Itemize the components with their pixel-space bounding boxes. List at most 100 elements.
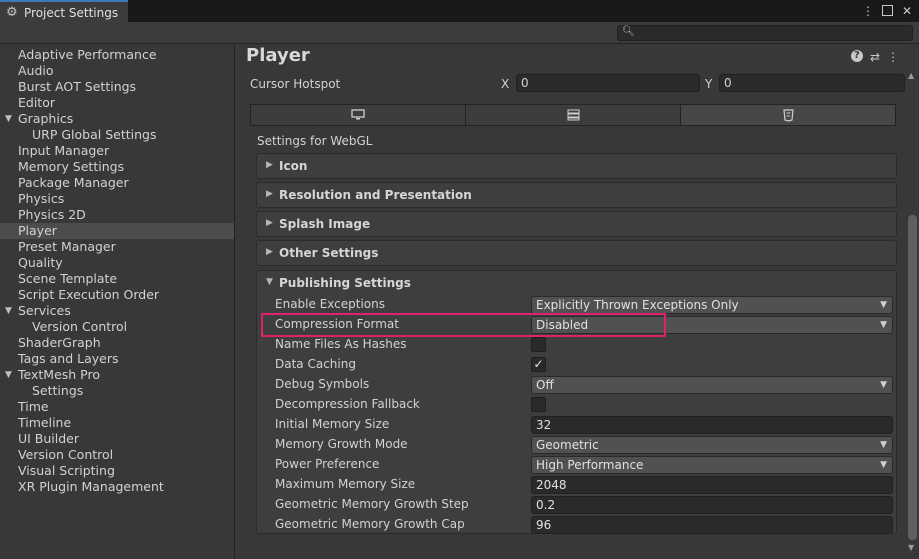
section-splash[interactable]: ▶ Splash Image (256, 211, 897, 237)
power-preference-label: Power Preference (275, 457, 380, 471)
sidebar-item-urp-global-settings[interactable]: URP Global Settings (0, 127, 234, 143)
sidebar-item-package-manager[interactable]: Package Manager (0, 175, 234, 191)
settings-sliders-icon[interactable]: ⇄ (870, 50, 880, 64)
settings-for-label: Settings for WebGL (257, 134, 373, 148)
chevron-down-icon: ▼ (880, 460, 887, 470)
sidebar-item-player[interactable]: Player (0, 223, 234, 239)
sidebar-item-tags-and-layers[interactable]: Tags and Layers (0, 351, 234, 367)
scrollbar[interactable]: ▲ ▼ (906, 69, 919, 559)
initial-memory-size-field[interactable]: 32 (531, 416, 893, 434)
sidebar-item-preset-manager[interactable]: Preset Manager (0, 239, 234, 255)
fold-down-icon[interactable]: ▼ (5, 367, 12, 383)
compression-format-dropdown[interactable]: Disabled ▼ (531, 316, 893, 334)
fold-down-icon[interactable]: ▼ (5, 111, 12, 127)
decompression-fallback-checkbox[interactable] (531, 397, 546, 412)
fold-down-icon[interactable]: ▼ (5, 303, 12, 319)
search-input[interactable]: 🔍︎ (617, 25, 913, 41)
sidebar-item-textmesh-settings[interactable]: Settings (0, 383, 234, 399)
project-settings-tab[interactable]: ⚙ Project Settings (0, 0, 128, 24)
sidebar-item-graphics[interactable]: ▼ Graphics (0, 111, 234, 127)
tab-standalone[interactable] (251, 105, 466, 125)
decompression-fallback-label: Decompression Fallback (275, 397, 420, 411)
sidebar-item-physics-2d[interactable]: Physics 2D (0, 207, 234, 223)
sidebar-item-scene-template[interactable]: Scene Template (0, 271, 234, 287)
sidebar-item-ui-builder[interactable]: UI Builder (0, 431, 234, 447)
sidebar-item-textmesh-pro[interactable]: ▼ TextMesh Pro (0, 367, 234, 383)
row-name-files-as-hashes: Name Files As Hashes (275, 336, 895, 354)
maximum-memory-size-label: Maximum Memory Size (275, 477, 416, 491)
name-files-as-hashes-checkbox[interactable] (531, 337, 546, 352)
fold-right-icon: ▶ (266, 218, 273, 228)
cursor-hotspot-y-field[interactable]: 0 (719, 74, 905, 92)
main-panel: Player ? ⇄ ⋮ Cursor Hotspot X 0 Y 0 Sett… (236, 45, 919, 559)
data-caching-checkbox[interactable]: ✓ (531, 357, 546, 372)
section-resolution-label: Resolution and Presentation (279, 188, 472, 202)
kebab-menu-icon[interactable]: ⋮ (862, 4, 874, 18)
memory-growth-mode-dropdown[interactable]: Geometric ▼ (531, 436, 893, 454)
scroll-down-icon[interactable]: ▼ (908, 543, 914, 552)
section-icon[interactable]: ▶ Icon (256, 153, 897, 179)
sidebar-item-input-manager[interactable]: Input Manager (0, 143, 234, 159)
sidebar-item-visual-scripting[interactable]: Visual Scripting (0, 463, 234, 479)
tab-webgl[interactable] (681, 105, 895, 125)
section-resolution[interactable]: ▶ Resolution and Presentation (256, 182, 897, 208)
section-publishing-label[interactable]: Publishing Settings (279, 276, 411, 290)
settings-sidebar: Adaptive Performance Audio Burst AOT Set… (0, 45, 235, 559)
sidebar-item-services[interactable]: ▼ Services (0, 303, 234, 319)
maximize-icon[interactable] (882, 5, 893, 16)
fold-down-icon[interactable]: ▼ (266, 277, 273, 287)
page-title: Player (246, 45, 310, 66)
power-preference-dropdown[interactable]: High Performance ▼ (531, 456, 893, 474)
geometric-cap-label: Geometric Memory Growth Cap (275, 517, 465, 531)
scroll-up-icon[interactable]: ▲ (908, 71, 914, 80)
debug-symbols-dropdown[interactable]: Off ▼ (531, 376, 893, 394)
gear-icon: ⚙ (6, 5, 18, 20)
sidebar-item-adaptive-performance[interactable]: Adaptive Performance (0, 47, 234, 63)
sidebar-item-version-control[interactable]: Version Control (0, 447, 234, 463)
tab-title: Project Settings (24, 6, 119, 20)
sidebar-item-audio[interactable]: Audio (0, 63, 234, 79)
maximum-memory-size-field[interactable]: 2048 (531, 476, 893, 494)
desktop-icon (351, 109, 365, 120)
cursor-hotspot-x-field[interactable]: 0 (516, 74, 700, 92)
sidebar-item-timeline[interactable]: Timeline (0, 415, 234, 431)
sidebar-item-label: TextMesh Pro (18, 367, 100, 382)
help-icon[interactable]: ? (850, 50, 863, 62)
sidebar-item-burst-aot-settings[interactable]: Burst AOT Settings (0, 79, 234, 95)
dropdown-value: Off (536, 378, 554, 392)
server-icon (567, 109, 579, 121)
sidebar-item-memory-settings[interactable]: Memory Settings (0, 159, 234, 175)
section-other[interactable]: ▶ Other Settings (256, 240, 897, 266)
sidebar-item-shadergraph[interactable]: ShaderGraph (0, 335, 234, 351)
close-icon[interactable]: ✕ (901, 4, 913, 18)
kebab-menu-icon[interactable]: ⋮ (887, 50, 899, 64)
dropdown-value: High Performance (536, 458, 644, 472)
sidebar-item-services-version-control[interactable]: Version Control (0, 319, 234, 335)
geometric-cap-field[interactable]: 96 (531, 516, 893, 534)
tab-dedicated-server[interactable] (466, 105, 681, 125)
compression-format-label: Compression Format (275, 317, 399, 331)
cursor-hotspot-label: Cursor Hotspot (250, 77, 341, 91)
search-icon: 🔍︎ (622, 26, 635, 37)
sidebar-item-editor[interactable]: Editor (0, 95, 234, 111)
sidebar-item-xr-plugin-management[interactable]: XR Plugin Management (0, 479, 234, 495)
initial-memory-size-label: Initial Memory Size (275, 417, 390, 431)
scrollbar-thumb[interactable] (908, 215, 917, 540)
sidebar-item-physics[interactable]: Physics (0, 191, 234, 207)
geometric-step-field[interactable]: 0.2 (531, 496, 893, 514)
sidebar-item-quality[interactable]: Quality (0, 255, 234, 271)
sidebar-item-script-execution-order[interactable]: Script Execution Order (0, 287, 234, 303)
section-publishing: ▼ Publishing Settings Enable Exceptions … (256, 270, 897, 534)
sidebar-item-time[interactable]: Time (0, 399, 234, 415)
chevron-down-icon: ▼ (880, 380, 887, 390)
chevron-down-icon: ▼ (880, 440, 887, 450)
row-decompression-fallback: Decompression Fallback (275, 396, 895, 414)
dropdown-value: Disabled (536, 318, 589, 332)
memory-growth-mode-label: Memory Growth Mode (275, 437, 408, 451)
row-geometric-step: Geometric Memory Growth Step 0.2 (275, 496, 895, 514)
debug-symbols-label: Debug Symbols (275, 377, 370, 391)
section-other-label: Other Settings (279, 246, 379, 260)
search-row: 🔍︎ (0, 22, 919, 44)
enable-exceptions-dropdown[interactable]: Explicitly Thrown Exceptions Only ▼ (531, 296, 893, 314)
row-compression-format: Compression Format Disabled ▼ (275, 316, 895, 334)
